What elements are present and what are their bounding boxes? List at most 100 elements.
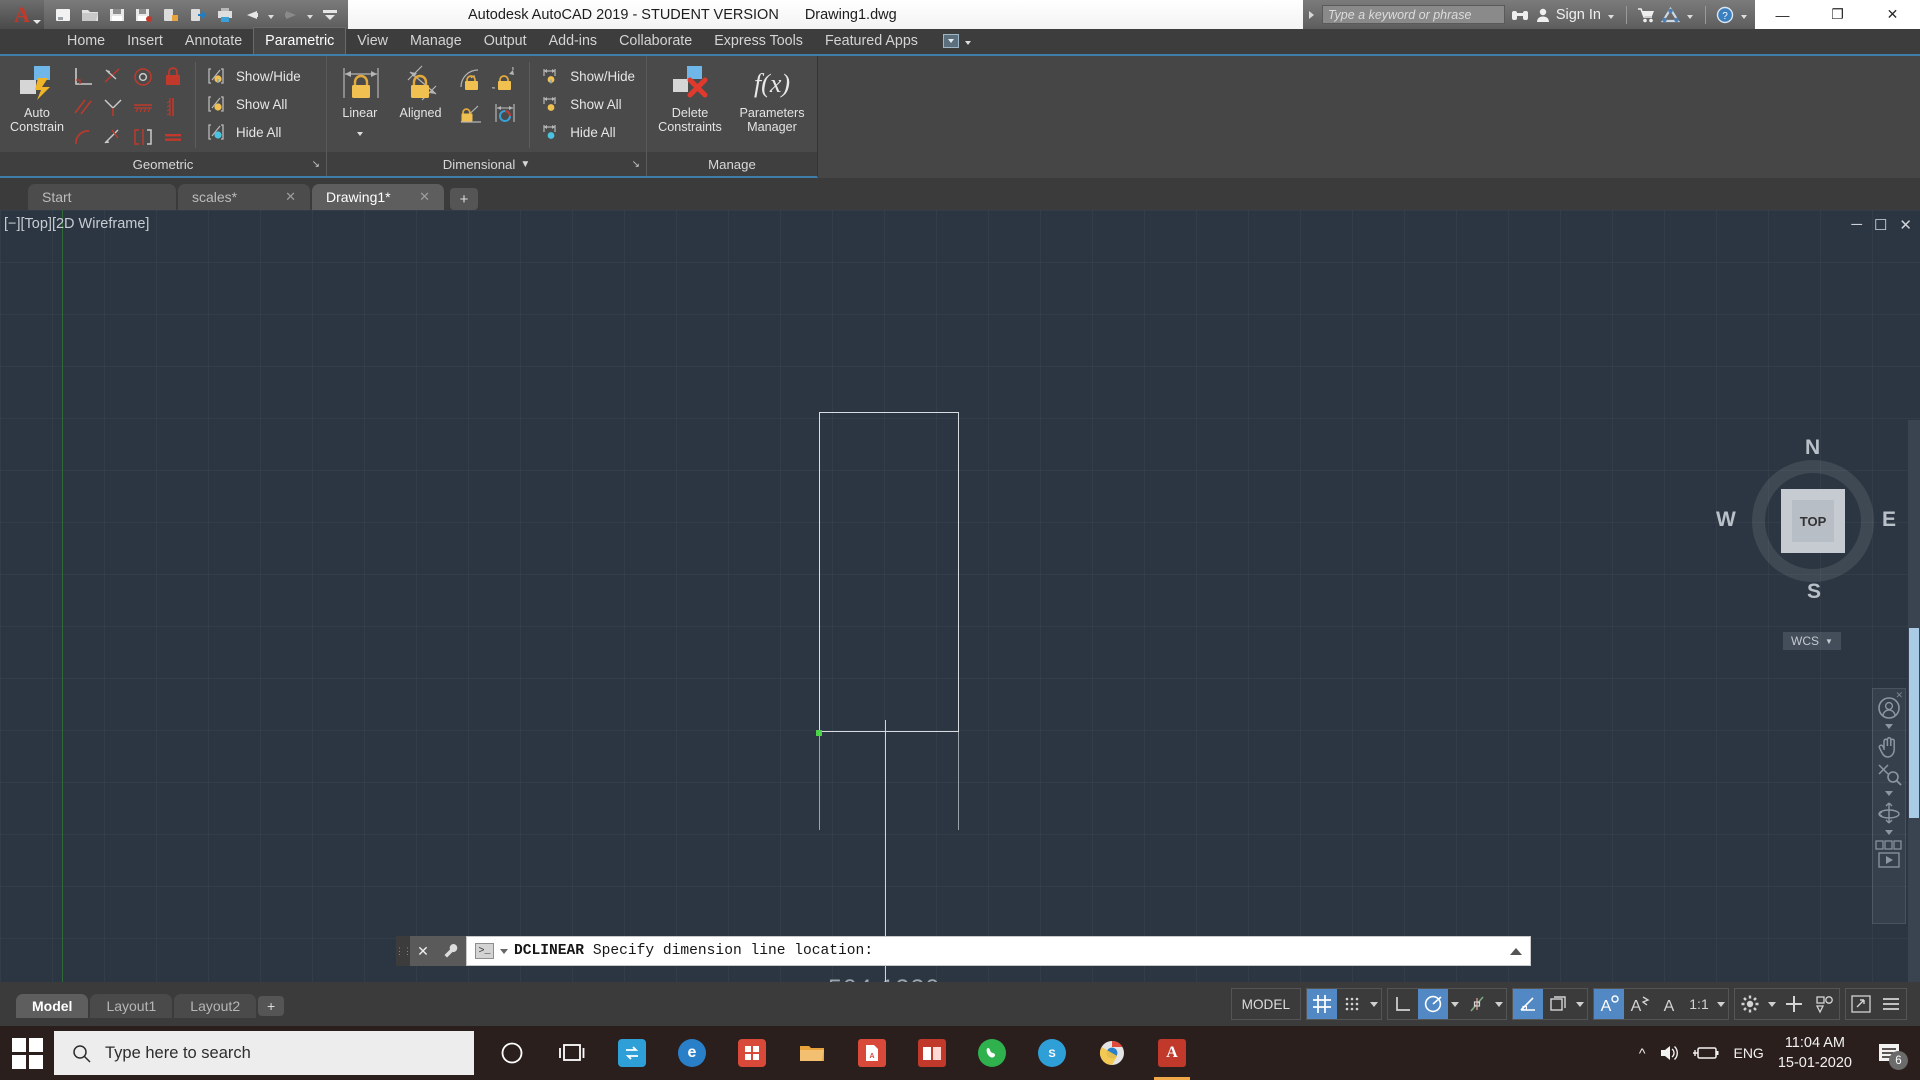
command-prompt-icon[interactable]: >_ bbox=[475, 943, 494, 959]
annotation-scale-caret-icon[interactable] bbox=[1714, 989, 1728, 1019]
save-icon[interactable] bbox=[104, 3, 129, 26]
taskbar-search-box[interactable]: Type here to search bbox=[54, 1031, 474, 1075]
angular-constraint-icon[interactable] bbox=[454, 96, 488, 130]
plot-icon[interactable] bbox=[212, 3, 237, 26]
maximize-button[interactable]: ❐ bbox=[1810, 0, 1865, 29]
parameters-manager-button[interactable]: f(x) Parameters Manager bbox=[734, 60, 810, 135]
ribbon-tab-insert[interactable]: Insert bbox=[116, 27, 174, 54]
command-expand-icon[interactable] bbox=[1510, 947, 1522, 955]
fix-constraint-icon[interactable] bbox=[158, 62, 188, 92]
hardware-acceleration-icon[interactable] bbox=[1779, 989, 1809, 1019]
annotation-scale-value[interactable]: 1:1 bbox=[1684, 989, 1714, 1019]
new-file-icon[interactable] bbox=[50, 3, 75, 26]
radial-constraint-icon[interactable] bbox=[454, 62, 488, 96]
ribbon-display-options[interactable] bbox=[942, 27, 973, 54]
ribbon-tab-express-tools[interactable]: Express Tools bbox=[703, 27, 814, 54]
whatsapp-icon[interactable] bbox=[962, 1026, 1022, 1080]
linear-dropdown-caret-icon[interactable] bbox=[355, 120, 365, 143]
annotation-visibility-toggle[interactable]: A bbox=[1594, 989, 1624, 1019]
chevron-down-icon[interactable] bbox=[500, 948, 508, 954]
geometric-show-all-button[interactable]: Show All bbox=[203, 91, 306, 117]
chevron-down-icon[interactable] bbox=[33, 20, 41, 24]
layout-tab-model[interactable]: Model bbox=[16, 994, 89, 1018]
new-layout-button[interactable]: + bbox=[258, 996, 285, 1016]
cortana-icon[interactable] bbox=[482, 1026, 542, 1080]
vertical-constraint-icon[interactable] bbox=[158, 92, 188, 122]
new-file-tab-button[interactable]: + bbox=[450, 188, 478, 210]
application-menu-button[interactable]: A bbox=[0, 0, 44, 29]
smooth-constraint-icon[interactable] bbox=[68, 122, 98, 152]
save-as-icon[interactable] bbox=[131, 3, 156, 26]
equal-constraint-icon[interactable] bbox=[158, 122, 188, 152]
command-line[interactable]: ⋮⋮ ✕ >_ DCLINEAR Specify dimension line … bbox=[395, 936, 1531, 966]
autocad-icon[interactable]: A bbox=[1142, 1026, 1202, 1080]
auto-scale-toggle[interactable]: A bbox=[1624, 989, 1654, 1019]
plot-preview-icon[interactable] bbox=[158, 3, 183, 26]
dimensional-show-all-button[interactable]: Show All bbox=[537, 91, 640, 117]
zoom-caret-icon[interactable] bbox=[1885, 791, 1893, 796]
ribbon-tab-collaborate[interactable]: Collaborate bbox=[608, 27, 703, 54]
microsoft-store-icon[interactable] bbox=[722, 1026, 782, 1080]
ucs-icon-toggle[interactable] bbox=[1543, 989, 1573, 1019]
ribbon-tab-manage[interactable]: Manage bbox=[399, 27, 473, 54]
search-input[interactable]: Type a keyword or phrase bbox=[1321, 5, 1505, 24]
pdf-reader-icon[interactable]: A bbox=[842, 1026, 902, 1080]
ribbon-tab-parametric[interactable]: Parametric bbox=[253, 27, 347, 54]
auto-constrain-button[interactable]: Auto Constrain bbox=[6, 60, 68, 134]
view-cube[interactable]: TOP N S W E bbox=[1716, 436, 1896, 603]
book-reader-icon[interactable] bbox=[902, 1026, 962, 1080]
show-hidden-icons-icon[interactable]: ^ bbox=[1639, 1045, 1646, 1061]
compass-west-label[interactable]: W bbox=[1716, 508, 1736, 532]
chevron-right-icon[interactable] bbox=[1308, 10, 1314, 19]
polar-tracking-toggle[interactable] bbox=[1418, 989, 1448, 1019]
binoculars-search-icon[interactable] bbox=[1510, 7, 1530, 23]
zoom-extents-icon[interactable] bbox=[1874, 762, 1904, 788]
help-caret-icon[interactable] bbox=[1739, 3, 1749, 26]
google-chrome-icon[interactable] bbox=[1082, 1026, 1142, 1080]
undo-dropdown-caret-icon[interactable] bbox=[266, 3, 276, 26]
grid-display-toggle[interactable] bbox=[1307, 989, 1337, 1019]
ribbon-tab-view[interactable]: View bbox=[346, 27, 399, 54]
snap-mode-toggle[interactable] bbox=[1337, 989, 1367, 1019]
command-line-customize-icon[interactable] bbox=[436, 936, 466, 966]
panel-dialog-launcher-icon[interactable]: ↘ bbox=[632, 159, 640, 170]
ribbon-tab-featured-apps[interactable]: Featured Apps bbox=[814, 27, 929, 54]
navigation-bar[interactable]: ✕ bbox=[1872, 688, 1906, 924]
parallel-constraint-icon[interactable] bbox=[68, 92, 98, 122]
concentric-constraint-icon[interactable] bbox=[128, 62, 158, 92]
notification-center-button[interactable]: 6 bbox=[1866, 1026, 1912, 1080]
osnap-tracking-caret-icon[interactable] bbox=[1492, 989, 1506, 1019]
customization-icon[interactable] bbox=[1876, 989, 1906, 1019]
view-cube-top-face[interactable]: TOP bbox=[1792, 500, 1834, 542]
dimensional-show-hide-button[interactable]: Show/Hide bbox=[537, 63, 640, 89]
windows-start-button[interactable] bbox=[0, 1026, 54, 1080]
diameter-constraint-icon[interactable] bbox=[488, 62, 522, 96]
panel-dialog-launcher-icon[interactable]: ↘ bbox=[312, 159, 320, 170]
layout-tab-layout2[interactable]: Layout2 bbox=[174, 994, 257, 1018]
object-snap-tracking-toggle[interactable] bbox=[1462, 989, 1492, 1019]
sign-in-caret-icon[interactable] bbox=[1606, 3, 1616, 26]
pan-icon[interactable] bbox=[1874, 734, 1904, 760]
file-tab-scales[interactable]: scales* ✕ bbox=[178, 184, 310, 210]
ribbon-tab-output[interactable]: Output bbox=[473, 27, 538, 54]
file-tab-start[interactable]: Start bbox=[28, 184, 176, 210]
volume-icon[interactable] bbox=[1659, 1044, 1679, 1062]
viewport-label[interactable]: [−][Top][2D Wireframe] bbox=[4, 216, 149, 232]
clock[interactable]: 11:04 AM 15-01-2020 bbox=[1778, 1033, 1852, 1073]
dimensional-hide-all-button[interactable]: Hide All bbox=[537, 119, 640, 145]
battery-icon[interactable] bbox=[1693, 1045, 1719, 1061]
tangent-constraint-icon[interactable] bbox=[98, 62, 128, 92]
microsoft-edge-icon[interactable]: e bbox=[662, 1026, 722, 1080]
perpendicular-constraint-icon[interactable] bbox=[68, 62, 98, 92]
file-explorer-icon[interactable] bbox=[782, 1026, 842, 1080]
user-account-icon[interactable] bbox=[1535, 7, 1551, 23]
workspace-caret-icon[interactable] bbox=[1765, 989, 1779, 1019]
convert-constraint-icon[interactable] bbox=[488, 96, 522, 130]
minimize-viewport-icon[interactable]: ─ bbox=[1851, 216, 1862, 234]
horizontal-constraint-icon[interactable] bbox=[128, 92, 158, 122]
orbit-icon[interactable] bbox=[1874, 801, 1904, 827]
model-paper-toggle[interactable]: MODEL bbox=[1232, 989, 1300, 1019]
qat-customize-icon[interactable] bbox=[317, 3, 342, 26]
linear-dimension-constraint-button[interactable]: Linear bbox=[333, 60, 387, 143]
maximize-viewport-icon[interactable]: ☐ bbox=[1874, 216, 1887, 234]
